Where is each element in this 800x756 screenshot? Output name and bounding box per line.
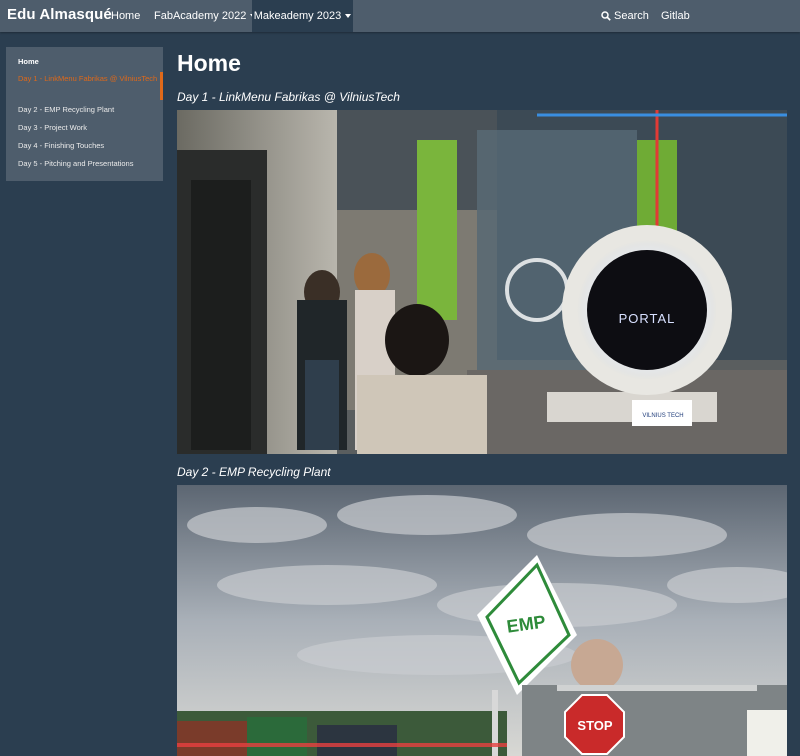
day1-photo: PORTAL VILNIUS TECH	[177, 110, 787, 454]
chevron-down-icon	[345, 14, 352, 19]
sidebar-nav: Home Day 1 - LinkMenu Fabrikas @ Vilnius…	[6, 47, 163, 181]
nav-makeademy-label: Makeademy 2023	[253, 10, 342, 22]
sidebar-item-home[interactable]: Home	[18, 55, 158, 68]
top-navbar: Edu Almasqué Home FabAcademy 2022 Makead…	[0, 0, 800, 32]
sidebar-item-day2[interactable]: Day 2 - EMP Recycling Plant	[18, 103, 158, 116]
nav-gitlab-label: Gitlab	[661, 10, 690, 22]
nav-makeademy-dropdown[interactable]: Makeademy 2023	[252, 0, 353, 32]
stop-sign-text: STOP	[577, 718, 612, 733]
nav-fabacademy-label: FabAcademy 2022	[154, 10, 247, 22]
page-title: Home	[177, 50, 241, 76]
nav-search[interactable]: Search	[601, 0, 649, 32]
site-brand[interactable]: Edu Almasqué	[7, 6, 112, 23]
day2-photo: EMP STOP	[177, 485, 787, 756]
nav-gitlab[interactable]: Gitlab	[661, 0, 690, 32]
sidebar-item-day3[interactable]: Day 3 - Project Work	[18, 121, 158, 134]
recycling-plant-image: EMP STOP	[177, 485, 787, 756]
portal-scene-image: PORTAL VILNIUS TECH	[177, 110, 787, 454]
nav-search-label: Search	[614, 10, 649, 22]
nav-fabacademy-dropdown[interactable]: FabAcademy 2022	[145, 0, 265, 32]
active-indicator	[160, 72, 163, 100]
nav-home-label: Home	[111, 10, 141, 22]
portal-logo-text: PORTAL	[619, 311, 676, 326]
day1-heading: Day 1 - LinkMenu Fabrikas @ VilniusTech	[177, 90, 400, 104]
vilniustech-badge: VILNIUS TECH	[642, 413, 683, 419]
sidebar-item-day1[interactable]: Day 1 - LinkMenu Fabrikas @ VilniusTech	[18, 72, 158, 85]
nav-home[interactable]: Home	[102, 0, 149, 32]
search-icon	[601, 2, 611, 34]
day2-heading: Day 2 - EMP Recycling Plant	[177, 465, 331, 479]
sidebar-item-day4[interactable]: Day 4 - Finishing Touches	[18, 139, 158, 152]
sidebar-item-day5[interactable]: Day 5 - Pitching and Presentations	[18, 157, 158, 170]
